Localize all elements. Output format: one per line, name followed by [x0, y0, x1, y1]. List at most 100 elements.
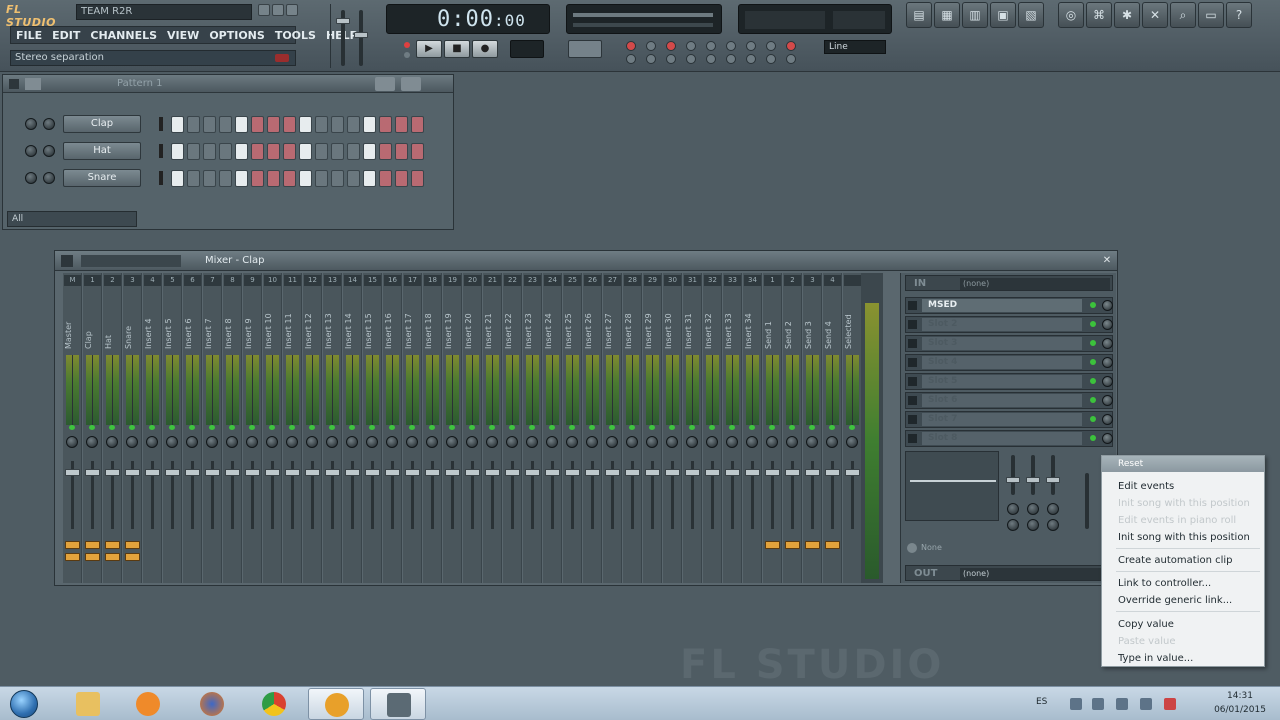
- help-icon[interactable]: ?: [1226, 2, 1252, 28]
- step-button[interactable]: [203, 143, 216, 160]
- step-button[interactable]: [411, 170, 424, 187]
- cpu-icon[interactable]: ◎: [1058, 2, 1084, 28]
- stop-button[interactable]: ■: [444, 40, 470, 58]
- track-pan-knob[interactable]: [186, 436, 198, 448]
- track-pan-knob[interactable]: [246, 436, 258, 448]
- mixer-track[interactable]: 9 Insert 9: [243, 273, 262, 583]
- step-button[interactable]: [363, 116, 376, 133]
- track-fader-handle[interactable]: [385, 469, 400, 476]
- master-pitch-slider[interactable]: [359, 10, 363, 66]
- track-pan-knob[interactable]: [86, 436, 98, 448]
- track-fader-handle[interactable]: [485, 469, 500, 476]
- network-icon[interactable]: [1092, 698, 1104, 710]
- channel-volume-knob[interactable]: [25, 145, 37, 157]
- mixer-track[interactable]: 4 Send 4: [823, 273, 842, 583]
- mixer-icon[interactable]: ▧: [1018, 2, 1044, 28]
- step-button[interactable]: [395, 116, 408, 133]
- track-pan-knob[interactable]: [606, 436, 618, 448]
- project-title-field[interactable]: TEAM R2R: [76, 4, 252, 20]
- track-mute-led[interactable]: [669, 425, 675, 430]
- track-pan-knob[interactable]: [346, 436, 358, 448]
- track-pan-knob[interactable]: [746, 436, 758, 448]
- track-pan-knob[interactable]: [326, 436, 338, 448]
- track-fader-handle[interactable]: [85, 469, 100, 476]
- maximize-button[interactable]: [272, 4, 284, 16]
- send-indicator[interactable]: [65, 541, 80, 549]
- slot-enable-led[interactable]: [1090, 302, 1096, 308]
- track-fader-handle[interactable]: [445, 469, 460, 476]
- step-button[interactable]: [379, 143, 392, 160]
- track-fader-handle[interactable]: [125, 469, 140, 476]
- slot-menu-arrow[interactable]: [908, 396, 917, 405]
- track-fader-handle[interactable]: [725, 469, 740, 476]
- step-button[interactable]: [411, 143, 424, 160]
- track-volume-slider[interactable]: [1085, 473, 1089, 529]
- track-pan-knob[interactable]: [446, 436, 458, 448]
- menu-options[interactable]: OPTIONS: [204, 29, 270, 42]
- track-mute-led[interactable]: [249, 425, 255, 430]
- mixer-track[interactable]: 2 Hat: [103, 273, 122, 583]
- track-fader-handle[interactable]: [405, 469, 420, 476]
- mixer-preset-field[interactable]: [81, 255, 181, 267]
- eq-band-3-knob[interactable]: [1046, 477, 1060, 483]
- track-fader-handle[interactable]: [185, 469, 200, 476]
- mixer-track[interactable]: 23 Insert 23: [523, 273, 542, 583]
- track-mute-led[interactable]: [749, 425, 755, 430]
- mixer-track[interactable]: Selected: [843, 273, 862, 583]
- track-mute-led[interactable]: [149, 425, 155, 430]
- piano-roll-icon[interactable]: ▥: [962, 2, 988, 28]
- channel-button[interactable]: Hat: [63, 142, 141, 160]
- tempo-display[interactable]: [510, 40, 544, 58]
- step-button[interactable]: [363, 170, 376, 187]
- send-indicator[interactable]: [785, 541, 800, 549]
- menu-channels[interactable]: CHANNELS: [85, 29, 162, 42]
- track-mute-led[interactable]: [89, 425, 95, 430]
- mixer-track[interactable]: 19 Insert 19: [443, 273, 462, 583]
- step-button[interactable]: [187, 116, 200, 133]
- slot-enable-led[interactable]: [1090, 359, 1096, 365]
- effect-slot[interactable]: Slot 7: [905, 411, 1113, 428]
- effect-slot[interactable]: Slot 2: [905, 316, 1113, 333]
- track-pan-knob[interactable]: [386, 436, 398, 448]
- track-mute-led[interactable]: [709, 425, 715, 430]
- step-button[interactable]: [411, 116, 424, 133]
- taskbar-chrome[interactable]: [246, 688, 302, 720]
- track-fader-handle[interactable]: [65, 469, 80, 476]
- step-sequencer-icon[interactable]: ▦: [934, 2, 960, 28]
- mixer-track[interactable]: 5 Insert 5: [163, 273, 182, 583]
- track-fader-handle[interactable]: [465, 469, 480, 476]
- track-pan-knob[interactable]: [626, 436, 638, 448]
- menu-link-to-controller[interactable]: Link to controller...: [1118, 577, 1262, 591]
- track-pan-knob[interactable]: [126, 436, 138, 448]
- track-pan-knob[interactable]: [726, 436, 738, 448]
- menu-edit-events[interactable]: Edit events: [1118, 480, 1262, 494]
- track-mute-led[interactable]: [269, 425, 275, 430]
- track-pan-knob[interactable]: [286, 436, 298, 448]
- sequencer-grid-icon[interactable]: [25, 78, 41, 90]
- eq-bw-2-knob[interactable]: [1027, 519, 1039, 531]
- track-pan-knob[interactable]: [646, 436, 658, 448]
- track-fader-handle[interactable]: [525, 469, 540, 476]
- close-button[interactable]: [286, 4, 298, 16]
- step-button[interactable]: [203, 116, 216, 133]
- channel-button[interactable]: Clap: [63, 115, 141, 133]
- mixer-track[interactable]: 3 Snare: [123, 273, 142, 583]
- track-fader-handle[interactable]: [345, 469, 360, 476]
- track-mute-led[interactable]: [369, 425, 375, 430]
- step-button[interactable]: [363, 143, 376, 160]
- effect-slot[interactable]: Slot 5: [905, 373, 1113, 390]
- track-fader-handle[interactable]: [505, 469, 520, 476]
- track-mute-led[interactable]: [449, 425, 455, 430]
- step-button[interactable]: [171, 116, 184, 133]
- slot-enable-led[interactable]: [1090, 321, 1096, 327]
- track-mute-led[interactable]: [469, 425, 475, 430]
- rec-option-4[interactable]: [686, 41, 696, 51]
- channel-target-mixer[interactable]: [159, 171, 163, 185]
- mixer-close-icon[interactable]: ✕: [1101, 255, 1113, 267]
- mixer-track[interactable]: 33 Insert 33: [723, 273, 742, 583]
- menu-copy-value[interactable]: Copy value: [1118, 618, 1262, 632]
- send-indicator[interactable]: [765, 541, 780, 549]
- eq-graph[interactable]: [905, 451, 999, 521]
- playlist-icon[interactable]: ▤: [906, 2, 932, 28]
- security-icon[interactable]: [1164, 698, 1176, 710]
